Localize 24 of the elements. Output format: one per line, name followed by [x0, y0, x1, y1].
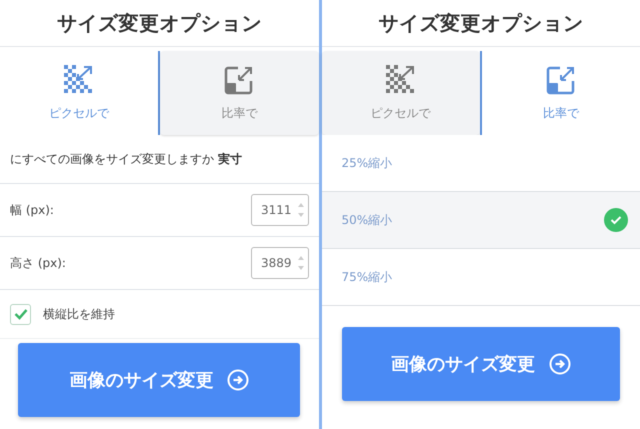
arrow-right-circle-icon [548, 352, 571, 374]
panel-title: サイズ変更オプション [322, 0, 640, 47]
check-circle-icon [604, 208, 628, 232]
number-field[interactable]: 3111 [250, 194, 308, 226]
resize-button[interactable]: 画像のサイズ変更 [18, 343, 300, 417]
panel-title: サイズ変更オプション [0, 0, 318, 47]
checkbox[interactable] [10, 304, 31, 324]
scale-option[interactable]: 25%縮小 [322, 135, 640, 192]
field-label: 幅 (px): [10, 202, 54, 218]
percent-resize-icon [224, 64, 254, 94]
field-label: 高さ (px): [10, 254, 66, 272]
pixel-resize-icon [64, 64, 94, 94]
resize-button[interactable]: 画像のサイズ変更 [342, 326, 620, 400]
scale-option[interactable]: 75%縮小 [322, 249, 640, 306]
number-field[interactable]: 3889 [250, 247, 308, 279]
checkbox-label: 横縦比を維持 [43, 306, 115, 322]
scale-option[interactable]: 50%縮小 [322, 192, 640, 249]
pixel-resize-icon [386, 64, 416, 94]
mode-tab[interactable]: 比率で [160, 51, 318, 135]
arrow-right-circle-icon [227, 369, 250, 391]
percent-resize-icon [546, 64, 576, 94]
description-text: にすべての画像をサイズ変更しますか 実寸 [10, 150, 242, 168]
checkmark-icon [14, 308, 28, 320]
mode-tab[interactable]: ピクセルで [322, 51, 480, 135]
